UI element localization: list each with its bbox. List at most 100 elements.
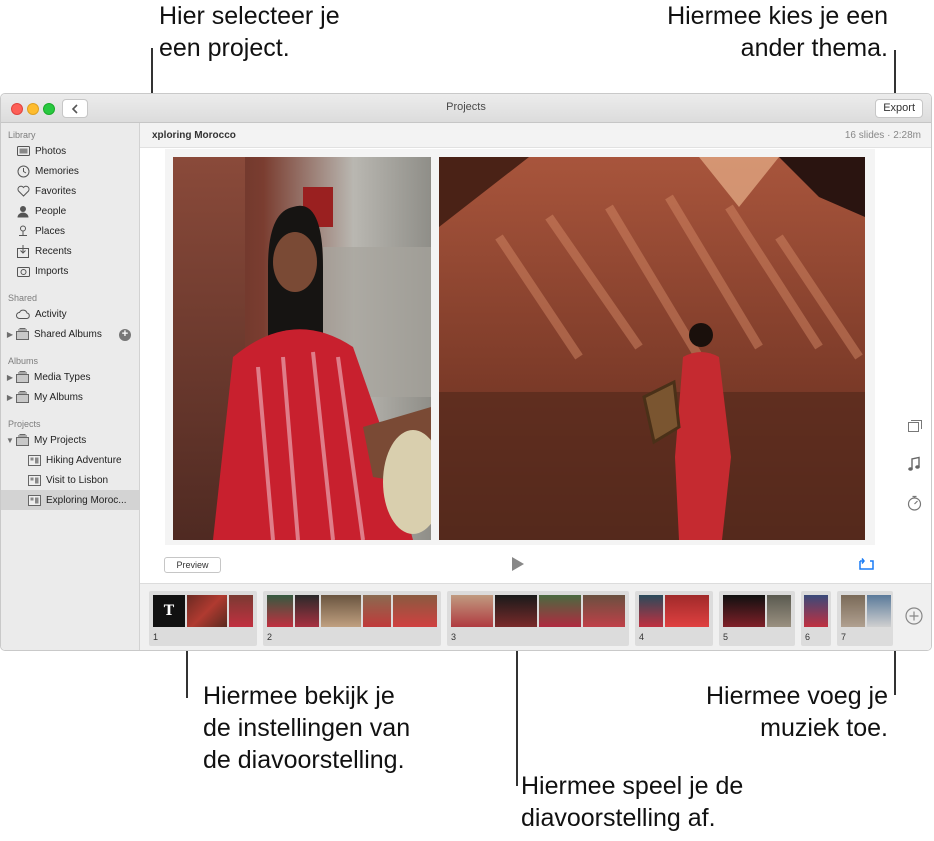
play-button[interactable]	[511, 556, 525, 577]
sidebar-item-memories[interactable]: Memories	[1, 161, 139, 181]
pin-icon	[16, 224, 30, 238]
sidebar-item-exploring-morocco[interactable]: Exploring Moroc...	[1, 490, 139, 510]
sidebar-item-hiking-adventure[interactable]: Hiking Adventure	[1, 450, 139, 470]
sidebar-item-label: People	[35, 205, 67, 217]
album-stack-icon	[15, 390, 29, 404]
sidebar-item-media-types[interactable]: ▶ Media Types	[1, 367, 139, 387]
timer-icon[interactable]	[907, 495, 923, 511]
callout-preview-settings: Hiermee bekijk je de instellingen van de…	[203, 682, 411, 774]
imports-icon	[16, 264, 30, 278]
sidebar-item-imports[interactable]: Imports	[1, 261, 139, 281]
callout-choose-theme: Hiermee kies je een ander thema.	[667, 2, 888, 62]
cloud-icon	[16, 307, 30, 321]
sidebar-item-visit-to-lisbon[interactable]: Visit to Lisbon	[1, 470, 139, 490]
export-button[interactable]: Export	[875, 99, 923, 118]
photo-thumb[interactable]	[393, 595, 437, 627]
person-icon	[16, 204, 30, 218]
music-note-icon[interactable]	[907, 456, 923, 472]
sidebar-item-recents[interactable]: Recents	[1, 241, 139, 261]
add-slide-button[interactable]	[905, 607, 923, 630]
sidebar-item-label: Favorites	[35, 185, 77, 197]
slide-group[interactable]: T 1	[149, 591, 257, 646]
loop-icon	[859, 558, 874, 570]
sidebar-item-label: Places	[35, 225, 66, 237]
slideshow-icon	[27, 493, 41, 507]
photo-thumb[interactable]	[451, 595, 493, 627]
photo-thumb[interactable]	[363, 595, 391, 627]
photo-thumb[interactable]	[539, 595, 581, 627]
heart-icon	[16, 184, 30, 198]
photo-thumb[interactable]	[321, 595, 361, 627]
sidebar-item-label: Memories	[35, 165, 79, 177]
recents-icon	[16, 244, 30, 258]
sidebar-item-label: My Albums	[34, 391, 83, 403]
main-content: xploring Morocco 16 slides · 2:28m Previ…	[140, 123, 931, 650]
slide-group[interactable]: 4	[635, 591, 713, 646]
photo-thumb[interactable]	[804, 595, 828, 627]
section-header-albums: Albums	[8, 356, 39, 366]
sidebar-item-label: Shared Albums	[34, 328, 102, 340]
plus-circle-icon	[905, 607, 923, 625]
slide-group[interactable]: 5	[719, 591, 795, 646]
sidebar-item-label: Activity	[35, 308, 67, 320]
slide-group-number: 3	[451, 632, 457, 642]
sidebar-item-label: Hiking Adventure	[46, 454, 122, 466]
disclosure-triangle-icon[interactable]: ▶	[5, 373, 15, 382]
sidebar-item-my-albums[interactable]: ▶ My Albums	[1, 387, 139, 407]
photo-thumb[interactable]	[723, 595, 765, 627]
sidebar-item-label: Recents	[35, 245, 72, 257]
photo-thumb[interactable]	[495, 595, 537, 627]
section-header-library: Library	[8, 130, 36, 140]
sidebar-item-label: Exploring Moroc...	[46, 494, 127, 506]
album-stack-icon	[15, 433, 29, 447]
sidebar-item-my-projects[interactable]: ▼ My Projects	[1, 430, 139, 450]
photo-thumb[interactable]	[841, 595, 865, 627]
sidebar-item-activity[interactable]: Activity	[1, 304, 139, 324]
disclosure-triangle-icon[interactable]: ▶	[5, 393, 15, 402]
sidebar-item-photos[interactable]: Photos	[1, 141, 139, 161]
sidebar-item-people[interactable]: People	[1, 201, 139, 221]
slide-group[interactable]: 7	[837, 591, 893, 646]
disclosure-triangle-open-icon[interactable]: ▼	[5, 436, 15, 445]
callout-play-slideshow: Hiermee speel je de diavoorstelling af.	[521, 772, 744, 832]
photo-thumb[interactable]	[665, 595, 709, 627]
sidebar-item-label: Media Types	[34, 371, 91, 383]
loop-button[interactable]	[858, 557, 875, 576]
sidebar-item-favorites[interactable]: Favorites	[1, 181, 139, 201]
album-stack-icon	[15, 327, 29, 341]
project-title: xploring Morocco	[152, 130, 236, 141]
callout-select-project: Hier selecteer je een project.	[159, 2, 340, 62]
photo-thumb[interactable]	[229, 595, 253, 627]
slideshow-icon	[27, 473, 41, 487]
theme-icon[interactable]	[907, 419, 923, 435]
photo-thumb[interactable]	[187, 595, 227, 627]
play-icon	[512, 557, 524, 571]
slideshow-icon	[27, 453, 41, 467]
memories-icon	[16, 164, 30, 178]
photo-thumb[interactable]	[295, 595, 319, 627]
title-slide-thumb[interactable]: T	[153, 595, 185, 627]
photo-thumb[interactable]	[267, 595, 293, 627]
photos-icon	[16, 144, 30, 158]
slide-group[interactable]: 6	[801, 591, 831, 646]
slide-group-number: 5	[723, 632, 729, 642]
add-shared-album-icon[interactable]: +	[119, 329, 131, 341]
disclosure-triangle-icon[interactable]: ▶	[5, 330, 15, 339]
photo-thumb[interactable]	[867, 595, 891, 627]
slide-group[interactable]: 3	[447, 591, 629, 646]
window-title: Projects	[446, 101, 486, 113]
slide-group[interactable]: 2	[263, 591, 441, 646]
filmstrip: T 1 2 3 4 5 6 7	[140, 583, 931, 650]
photo-thumb[interactable]	[639, 595, 663, 627]
slide-photo-left	[173, 157, 431, 540]
photo-thumb[interactable]	[767, 595, 791, 627]
sidebar-item-places[interactable]: Places	[1, 221, 139, 241]
album-stack-icon	[15, 370, 29, 384]
slide-canvas[interactable]	[165, 149, 875, 545]
sidebar: Library Photos Memories Favorites People…	[1, 123, 140, 650]
preview-button[interactable]: Preview	[164, 557, 221, 573]
photo-thumb[interactable]	[583, 595, 625, 627]
photos-window: Projects Export Library Photos Memories …	[0, 93, 932, 651]
sidebar-item-label: Visit to Lisbon	[46, 474, 109, 486]
slide-photo-right	[439, 157, 865, 540]
